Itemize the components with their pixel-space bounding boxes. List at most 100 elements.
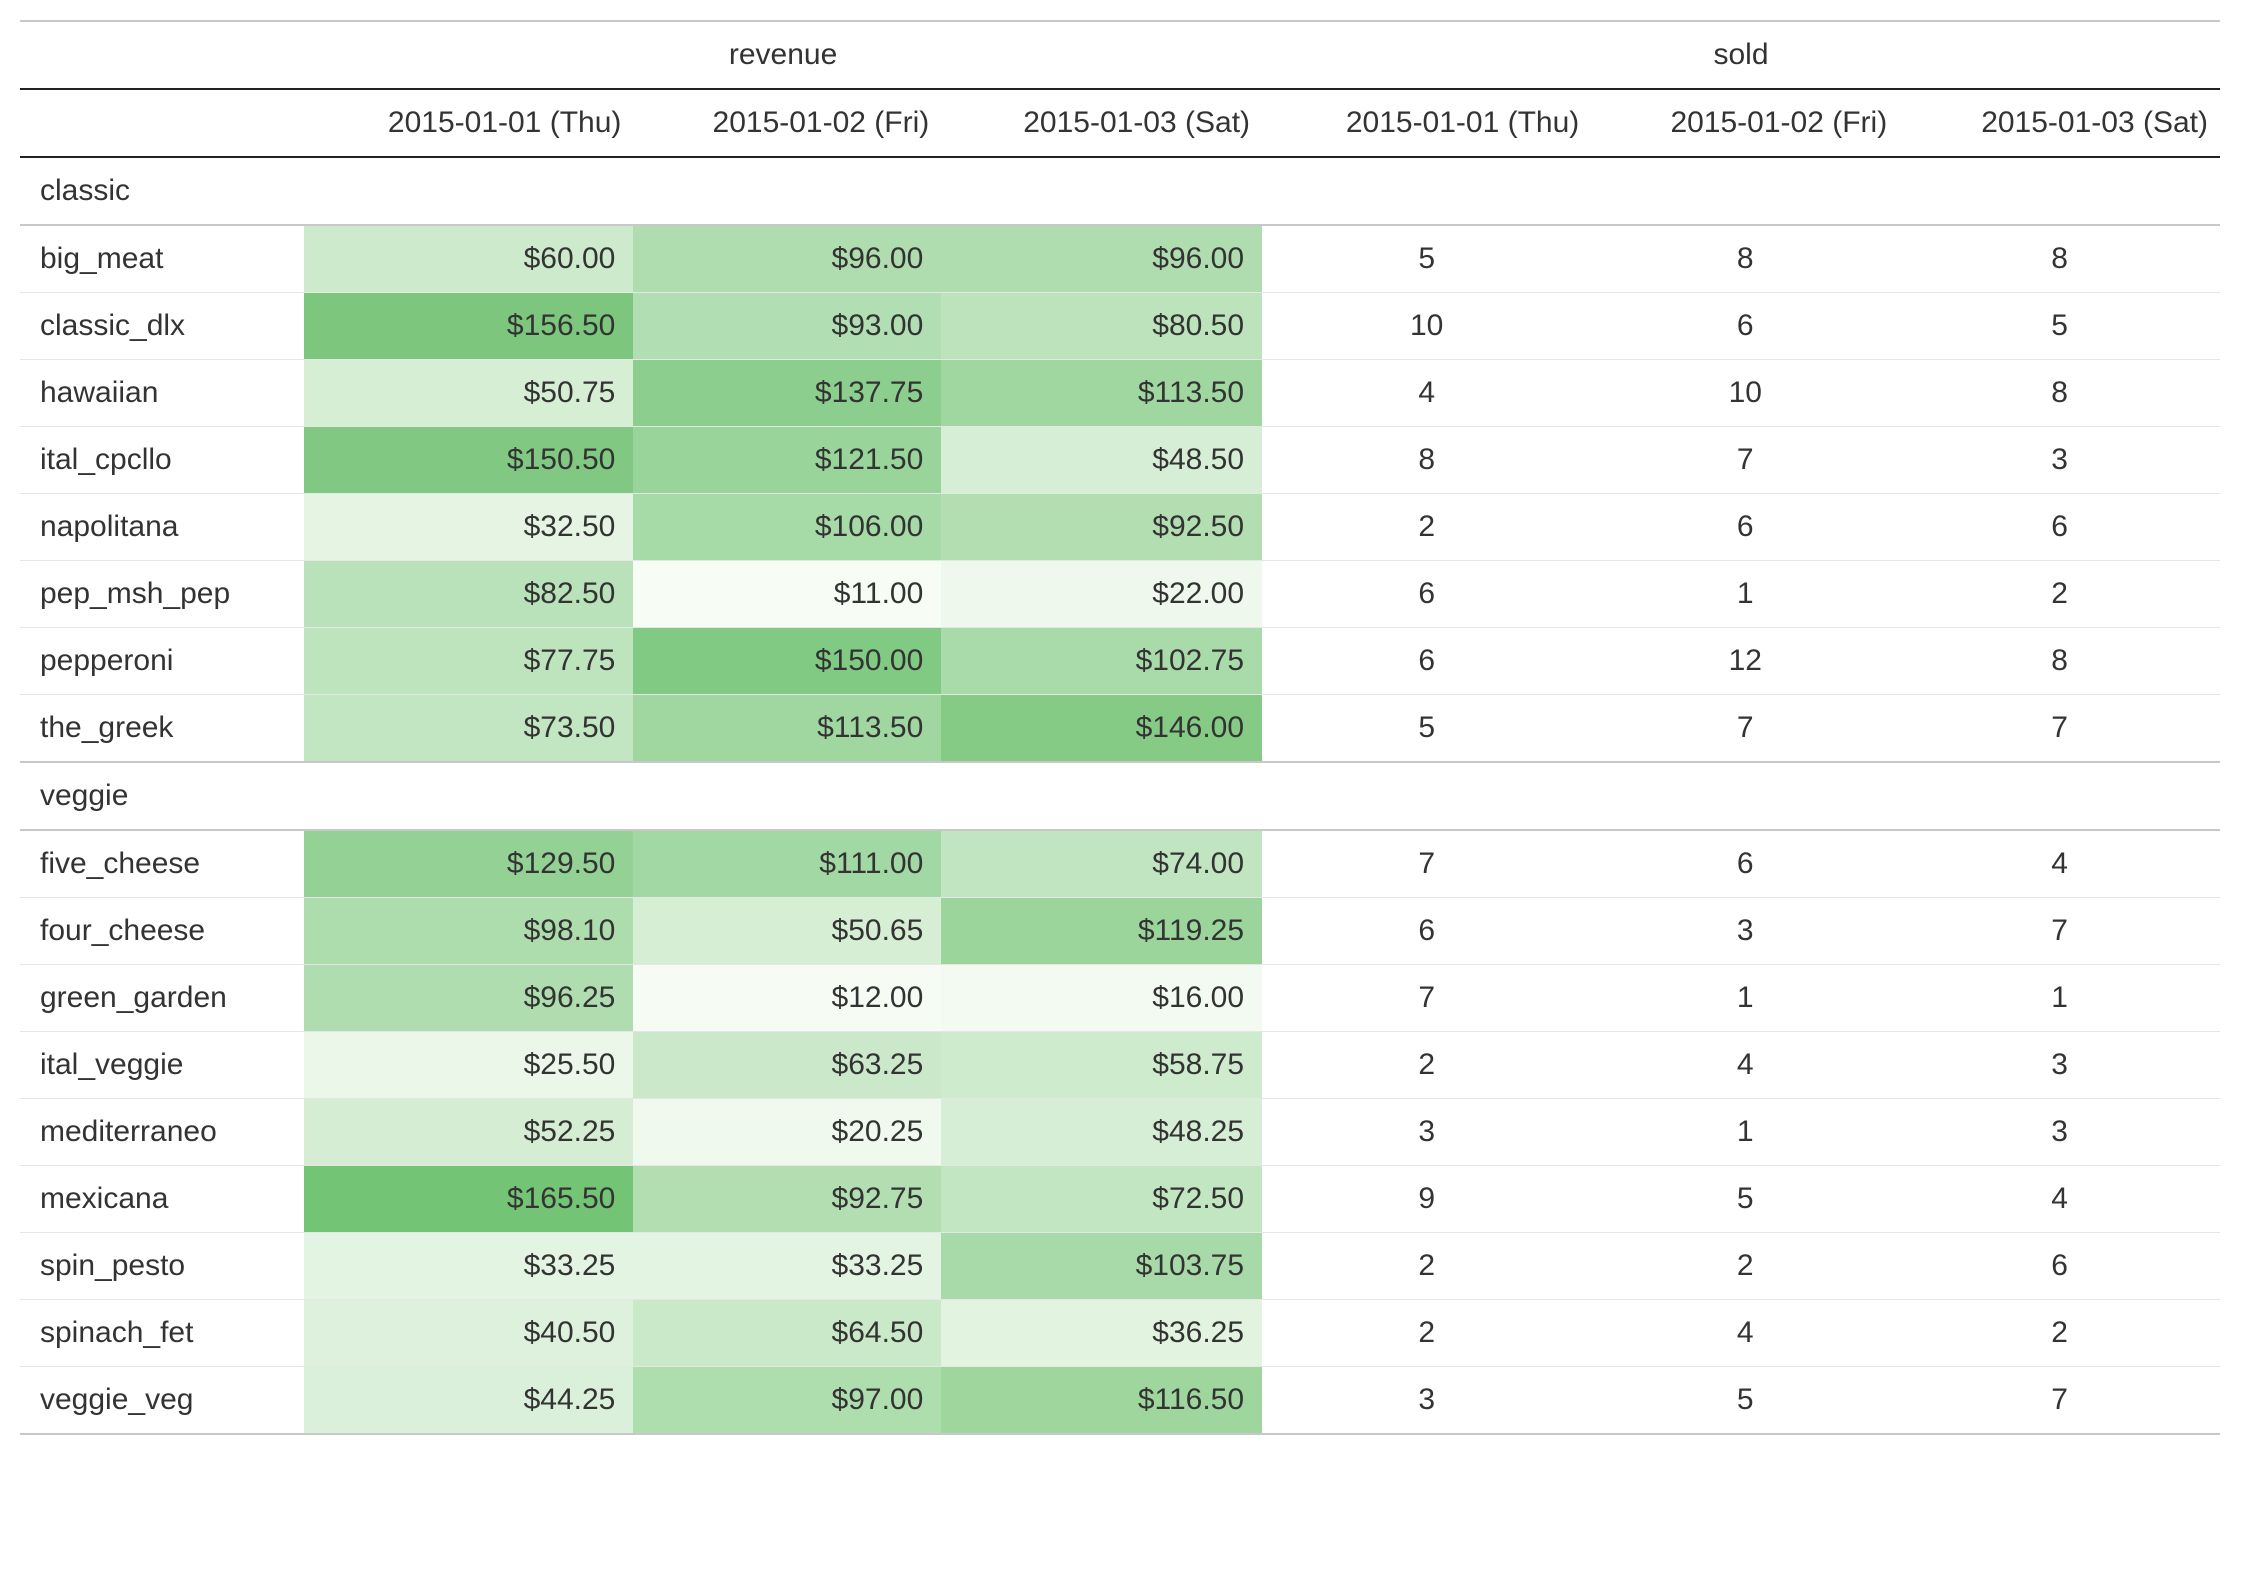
sold-cell: 6 bbox=[1591, 293, 1899, 360]
sold-cell: 3 bbox=[1899, 1099, 2220, 1166]
sold-cell: 2 bbox=[1262, 1233, 1591, 1300]
group-row: classic bbox=[20, 157, 2220, 225]
table-row: spin_pesto$33.25$33.25$103.75226 bbox=[20, 1233, 2220, 1300]
subheader-date: 2015-01-02 (Fri) bbox=[633, 89, 941, 157]
table-row: ital_veggie$25.50$63.25$58.75243 bbox=[20, 1032, 2220, 1099]
revenue-cell: $16.00 bbox=[941, 965, 1262, 1032]
sold-cell: 8 bbox=[1591, 225, 1899, 293]
row-label: four_cheese bbox=[20, 898, 304, 965]
sold-cell: 12 bbox=[1591, 628, 1899, 695]
sold-cell: 7 bbox=[1899, 898, 2220, 965]
row-label: spin_pesto bbox=[20, 1233, 304, 1300]
revenue-cell: $98.10 bbox=[304, 898, 633, 965]
sold-cell: 4 bbox=[1591, 1300, 1899, 1367]
subheader-date: 2015-01-01 (Thu) bbox=[304, 89, 633, 157]
table-row: green_garden$96.25$12.00$16.00711 bbox=[20, 965, 2220, 1032]
sold-cell: 7 bbox=[1899, 695, 2220, 763]
sold-cell: 2 bbox=[1262, 1300, 1591, 1367]
revenue-cell: $106.00 bbox=[633, 494, 941, 561]
sold-cell: 8 bbox=[1899, 225, 2220, 293]
table-row: mexicana$165.50$92.75$72.50954 bbox=[20, 1166, 2220, 1233]
sold-cell: 7 bbox=[1899, 1367, 2220, 1435]
sold-cell: 5 bbox=[1262, 695, 1591, 763]
subheader-date: 2015-01-03 (Sat) bbox=[941, 89, 1262, 157]
sold-cell: 1 bbox=[1899, 965, 2220, 1032]
header-stub bbox=[20, 21, 304, 89]
row-label: veggie_veg bbox=[20, 1367, 304, 1435]
revenue-cell: $40.50 bbox=[304, 1300, 633, 1367]
revenue-cell: $11.00 bbox=[633, 561, 941, 628]
table-row: four_cheese$98.10$50.65$119.25637 bbox=[20, 898, 2220, 965]
row-label: the_greek bbox=[20, 695, 304, 763]
header-sold: sold bbox=[1262, 21, 2220, 89]
row-label: classic_dlx bbox=[20, 293, 304, 360]
sold-cell: 7 bbox=[1591, 427, 1899, 494]
sold-cell: 3 bbox=[1262, 1099, 1591, 1166]
table-row: five_cheese$129.50$111.00$74.00764 bbox=[20, 830, 2220, 898]
table-row: ital_cpcllo$150.50$121.50$48.50873 bbox=[20, 427, 2220, 494]
sold-cell: 5 bbox=[1899, 293, 2220, 360]
group-row: veggie bbox=[20, 762, 2220, 830]
row-label: spinach_fet bbox=[20, 1300, 304, 1367]
revenue-cell: $93.00 bbox=[633, 293, 941, 360]
revenue-cell: $116.50 bbox=[941, 1367, 1262, 1435]
table-row: veggie_veg$44.25$97.00$116.50357 bbox=[20, 1367, 2220, 1435]
revenue-cell: $146.00 bbox=[941, 695, 1262, 763]
revenue-cell: $36.25 bbox=[941, 1300, 1262, 1367]
sold-cell: 1 bbox=[1591, 965, 1899, 1032]
table-row: big_meat$60.00$96.00$96.00588 bbox=[20, 225, 2220, 293]
table-row: napolitana$32.50$106.00$92.50266 bbox=[20, 494, 2220, 561]
sold-cell: 8 bbox=[1899, 628, 2220, 695]
pivot-table: revenue sold 2015-01-01 (Thu) 2015-01-02… bbox=[20, 20, 2220, 1435]
table-row: mediterraneo$52.25$20.25$48.25313 bbox=[20, 1099, 2220, 1166]
revenue-cell: $96.25 bbox=[304, 965, 633, 1032]
sold-cell: 3 bbox=[1262, 1367, 1591, 1435]
revenue-cell: $74.00 bbox=[941, 830, 1262, 898]
revenue-cell: $64.50 bbox=[633, 1300, 941, 1367]
revenue-cell: $77.75 bbox=[304, 628, 633, 695]
sold-cell: 5 bbox=[1591, 1166, 1899, 1233]
revenue-cell: $48.25 bbox=[941, 1099, 1262, 1166]
sold-cell: 8 bbox=[1899, 360, 2220, 427]
revenue-cell: $73.50 bbox=[304, 695, 633, 763]
sold-cell: 3 bbox=[1591, 898, 1899, 965]
table-row: spinach_fet$40.50$64.50$36.25242 bbox=[20, 1300, 2220, 1367]
row-label: mexicana bbox=[20, 1166, 304, 1233]
revenue-cell: $92.50 bbox=[941, 494, 1262, 561]
row-label: big_meat bbox=[20, 225, 304, 293]
table-row: pep_msh_pep$82.50$11.00$22.00612 bbox=[20, 561, 2220, 628]
revenue-cell: $119.25 bbox=[941, 898, 1262, 965]
revenue-cell: $25.50 bbox=[304, 1032, 633, 1099]
revenue-cell: $113.50 bbox=[941, 360, 1262, 427]
sold-cell: 4 bbox=[1262, 360, 1591, 427]
sold-cell: 6 bbox=[1262, 628, 1591, 695]
sold-cell: 4 bbox=[1899, 1166, 2220, 1233]
row-label: mediterraneo bbox=[20, 1099, 304, 1166]
group-label: veggie bbox=[20, 762, 2220, 830]
revenue-cell: $150.50 bbox=[304, 427, 633, 494]
revenue-cell: $92.75 bbox=[633, 1166, 941, 1233]
revenue-cell: $111.00 bbox=[633, 830, 941, 898]
table-row: classic_dlx$156.50$93.00$80.501065 bbox=[20, 293, 2220, 360]
revenue-cell: $102.75 bbox=[941, 628, 1262, 695]
sold-cell: 6 bbox=[1591, 830, 1899, 898]
sold-cell: 7 bbox=[1262, 830, 1591, 898]
revenue-cell: $80.50 bbox=[941, 293, 1262, 360]
sold-cell: 6 bbox=[1899, 494, 2220, 561]
sold-cell: 7 bbox=[1591, 695, 1899, 763]
revenue-cell: $50.75 bbox=[304, 360, 633, 427]
row-label: hawaiian bbox=[20, 360, 304, 427]
group-label: classic bbox=[20, 157, 2220, 225]
revenue-cell: $137.75 bbox=[633, 360, 941, 427]
revenue-cell: $82.50 bbox=[304, 561, 633, 628]
sold-cell: 5 bbox=[1591, 1367, 1899, 1435]
revenue-cell: $33.25 bbox=[633, 1233, 941, 1300]
table-row: hawaiian$50.75$137.75$113.504108 bbox=[20, 360, 2220, 427]
sold-cell: 1 bbox=[1591, 561, 1899, 628]
sold-cell: 8 bbox=[1262, 427, 1591, 494]
sold-cell: 2 bbox=[1262, 494, 1591, 561]
sold-cell: 4 bbox=[1591, 1032, 1899, 1099]
sold-cell: 2 bbox=[1262, 1032, 1591, 1099]
subheader-date: 2015-01-02 (Fri) bbox=[1591, 89, 1899, 157]
revenue-cell: $20.25 bbox=[633, 1099, 941, 1166]
